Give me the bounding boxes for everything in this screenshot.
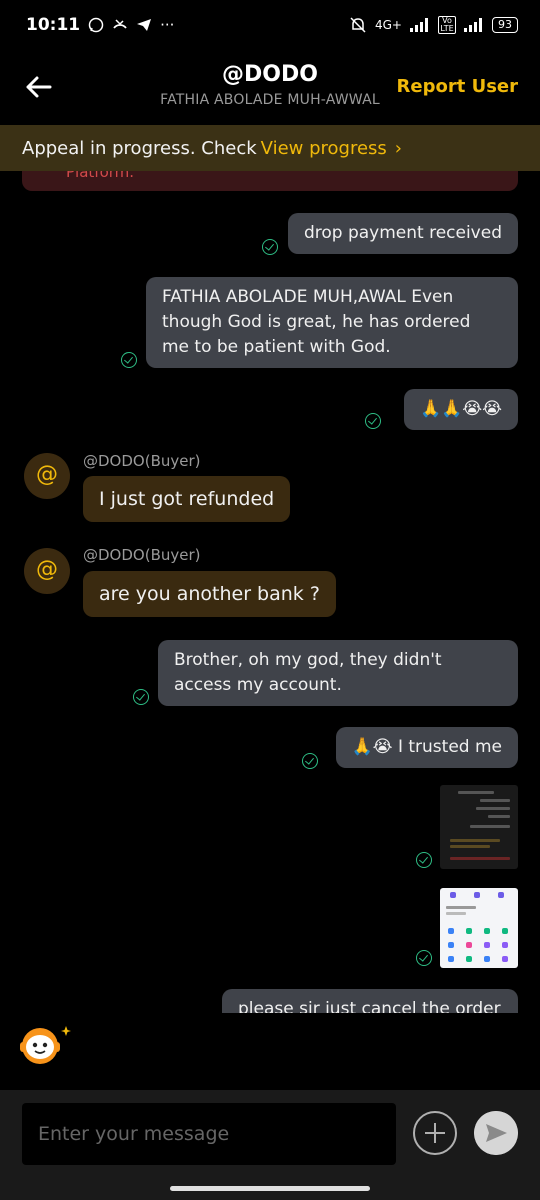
mute-icon xyxy=(350,17,366,33)
missed-call-icon xyxy=(113,19,127,29)
appeal-banner: Appeal in progress. Check View progress … xyxy=(0,125,540,171)
appeal-status-text: Appeal in progress. Check xyxy=(22,137,257,159)
system-message-cutoff: Platform. xyxy=(22,171,518,191)
read-check-icon xyxy=(365,413,381,429)
incoming-message[interactable]: I just got refunded xyxy=(83,476,291,522)
read-check-icon xyxy=(302,753,318,769)
message-text: drop payment received xyxy=(303,223,502,243)
status-notification-icons: ··· xyxy=(88,16,174,34)
support-bot-icon[interactable] xyxy=(16,1022,72,1066)
message-text: 🙏😭 I trusted me xyxy=(351,737,502,757)
outgoing-message[interactable]: FATHIA ABOLADE MUH,AWAL Even though God … xyxy=(146,277,518,368)
outgoing-message[interactable]: 🙏😭 I trusted me xyxy=(335,727,518,768)
read-check-icon xyxy=(121,352,137,368)
image-attachment[interactable] xyxy=(440,785,518,869)
more-notifications-icon: ··· xyxy=(160,16,175,34)
message-text: please sir just cancel the order xyxy=(238,999,501,1013)
chevron-right-icon[interactable]: › xyxy=(395,138,402,159)
system-message-text: Platform. xyxy=(66,171,135,181)
status-bar: 10:11 ··· 4G+ Vo LTE 93 xyxy=(0,0,540,50)
avatar[interactable]: @ xyxy=(24,548,70,594)
volte-badge: Vo LTE xyxy=(438,16,456,34)
plus-icon[interactable] xyxy=(413,1111,457,1155)
chat-header: @DODO FATHIA ABOLADE MUH-AWWAL Report Us… xyxy=(0,56,540,120)
message-text: Brother, oh my god, they didn't access m… xyxy=(174,650,442,695)
read-check-icon xyxy=(416,852,432,868)
network-type: 4G+ xyxy=(375,18,402,32)
message-text: 🙏🙏😭😭 xyxy=(419,399,502,419)
home-indicator[interactable] xyxy=(170,1186,370,1191)
status-time: 10:11 xyxy=(26,15,81,35)
message-text: are you another bank ? xyxy=(99,583,320,605)
outgoing-message[interactable]: drop payment received xyxy=(287,213,518,254)
avatar[interactable]: @ xyxy=(24,453,70,499)
sender-name: @DODO(Buyer) xyxy=(83,452,201,470)
telegram-icon xyxy=(137,19,152,31)
send-icon[interactable] xyxy=(474,1111,518,1155)
read-check-icon xyxy=(416,950,432,966)
incoming-message[interactable]: are you another bank ? xyxy=(83,571,336,617)
status-system-icons: 4G+ Vo LTE 93 xyxy=(349,16,518,34)
signal-icon xyxy=(410,18,428,32)
image-attachment[interactable] xyxy=(440,888,518,968)
outgoing-message[interactable]: Brother, oh my god, they didn't access m… xyxy=(158,640,518,706)
whatsapp-icon xyxy=(88,17,104,33)
outgoing-message[interactable]: 🙏🙏😭😭 xyxy=(403,389,518,430)
view-progress-link[interactable]: View progress xyxy=(261,138,387,159)
signal-icon-2 xyxy=(464,18,482,32)
read-check-icon xyxy=(262,239,278,255)
battery-indicator: 93 xyxy=(492,17,518,33)
sender-name: @DODO(Buyer) xyxy=(83,546,201,564)
message-text: I just got refunded xyxy=(99,488,275,510)
message-input[interactable]: Enter your message xyxy=(22,1103,396,1165)
message-text: FATHIA ABOLADE MUH,AWAL Even though God … xyxy=(162,287,471,357)
outgoing-message[interactable]: please sir just cancel the order xyxy=(222,989,518,1013)
chat-messages[interactable]: Platform. drop payment received FATHIA A… xyxy=(0,171,540,1013)
read-check-icon xyxy=(133,689,149,705)
message-composer: Enter your message xyxy=(0,1090,540,1200)
report-user-button[interactable]: Report User xyxy=(397,76,518,97)
